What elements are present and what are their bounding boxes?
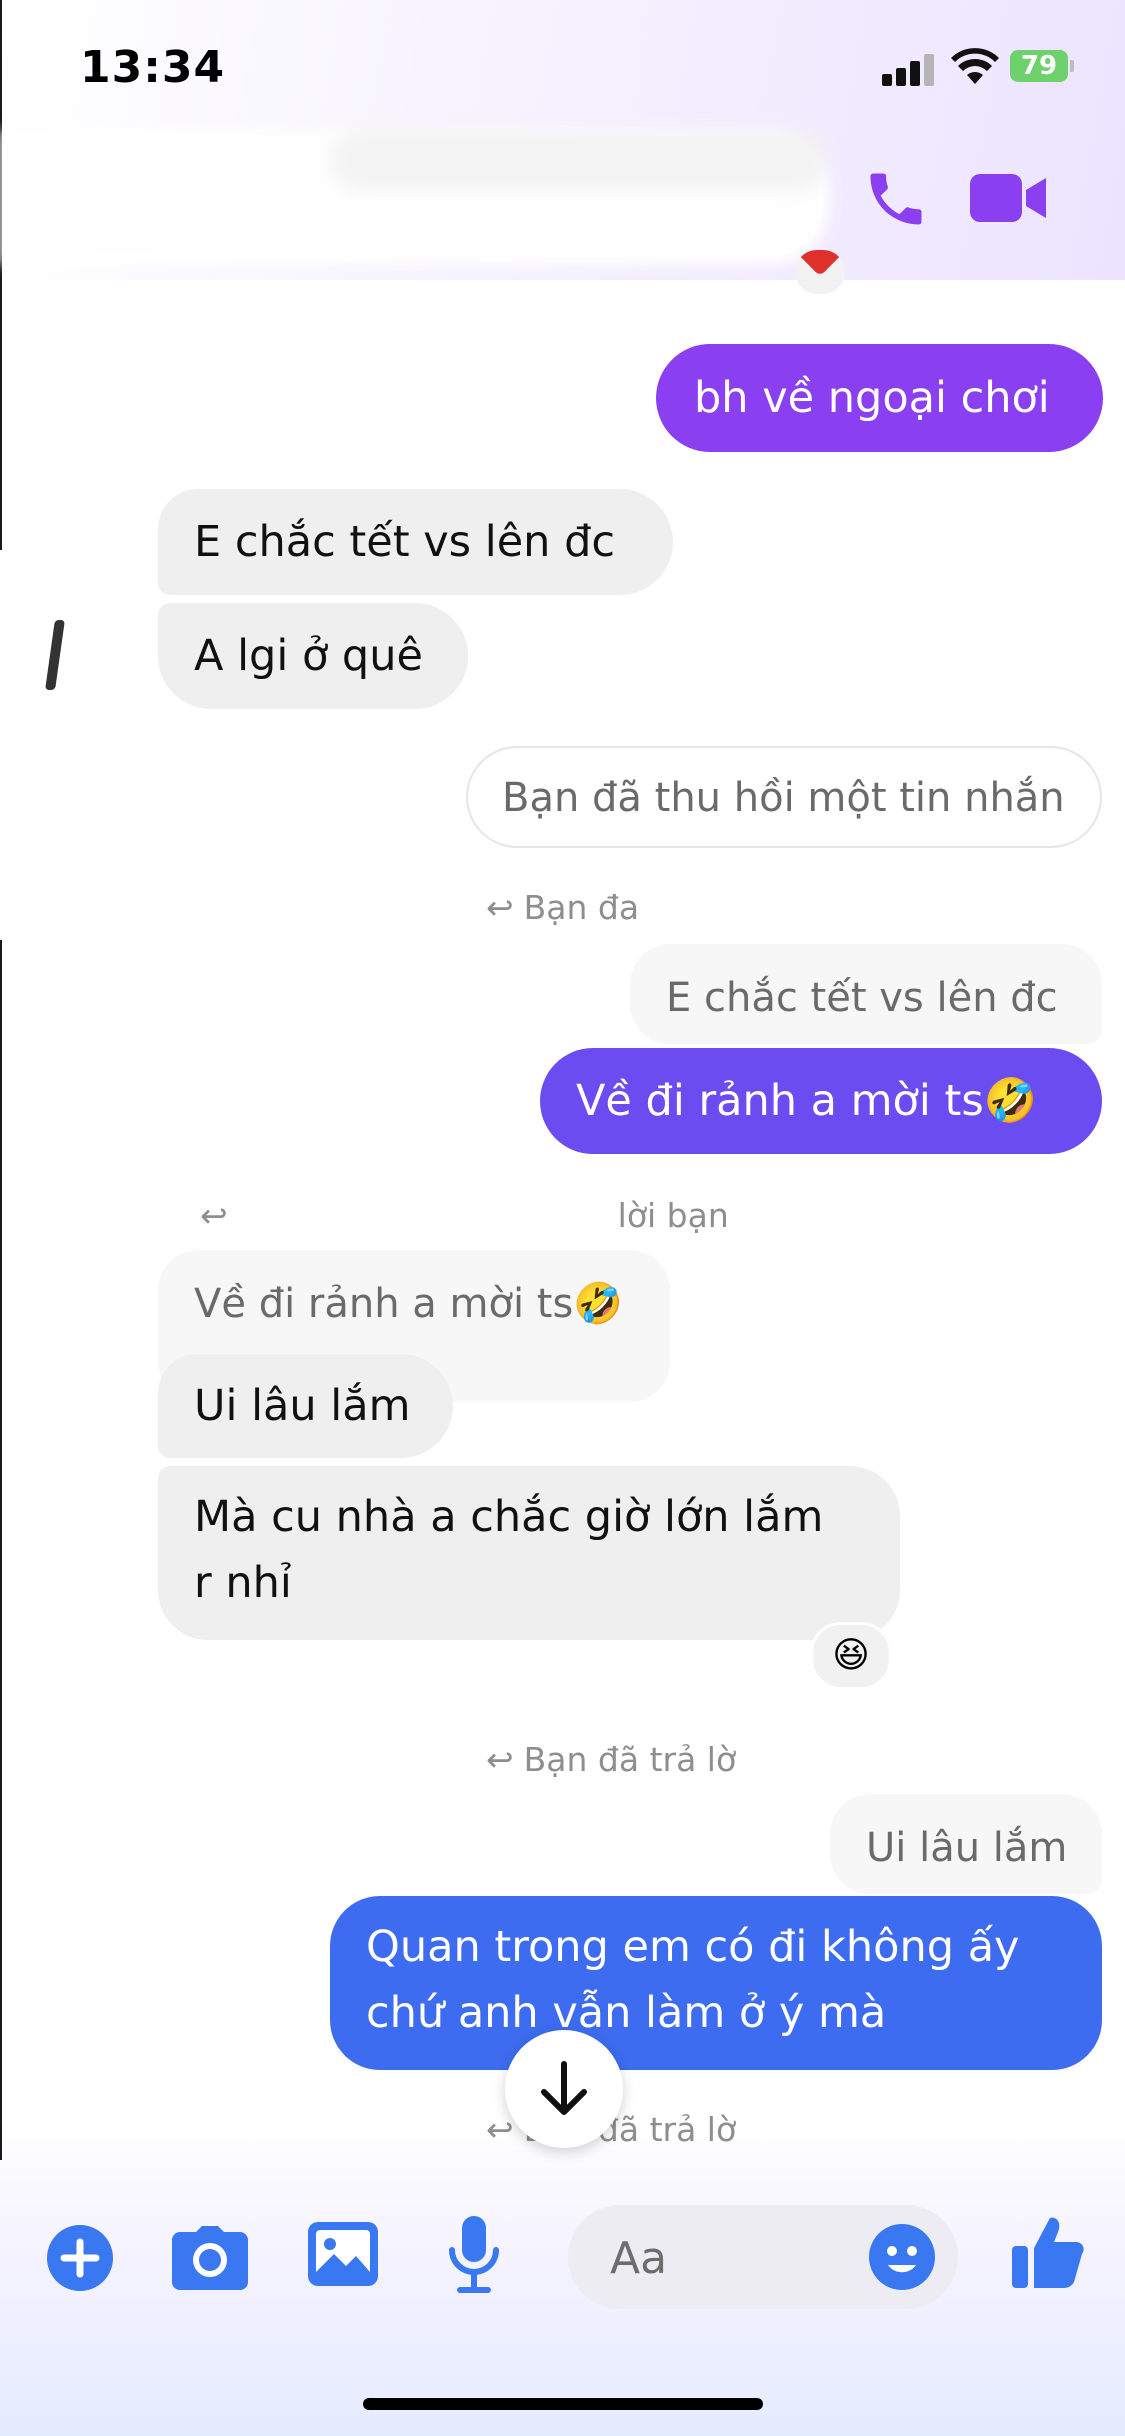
heart-reaction[interactable] xyxy=(795,250,845,294)
message-line: Mà cu nhà a chắc giờ lớn lắm xyxy=(194,1492,824,1542)
phone-icon[interactable] xyxy=(862,165,930,233)
battery-indicator: 79 xyxy=(1010,50,1068,82)
message-bubble-incoming[interactable]: E chắc tết vs lên đc xyxy=(158,489,673,595)
home-indicator xyxy=(363,2398,763,2410)
laughing-reaction[interactable]: 😆 xyxy=(810,1622,892,1690)
quoted-message[interactable]: E chắc tết vs lên đc xyxy=(630,944,1102,1044)
message-bubble-incoming[interactable]: A lgi ở quê xyxy=(158,603,468,709)
screen-edge xyxy=(0,0,2,550)
reply-indicator-text: Bạn đa xyxy=(523,888,640,927)
contact-name-redacted xyxy=(330,130,830,190)
reply-indicator-text: lời bạn xyxy=(617,1196,729,1235)
message-bubble-outgoing[interactable]: Quan trong em có đi không ấy chứ anh vẫn… xyxy=(330,1896,1102,2070)
reply-indicator: ↩ Bạn đã trả lờ xyxy=(486,1740,736,1779)
status-time: 13:34 xyxy=(80,42,226,93)
message-line: Quan trong em có đi không ấy xyxy=(366,1922,1020,1972)
reply-indicator-text: Bạn đã trả lờ xyxy=(523,1740,737,1779)
microphone-icon[interactable] xyxy=(446,2216,502,2296)
reply-indicator: ↩ Bạn đa xyxy=(486,888,639,927)
cellular-signal-icon xyxy=(882,52,936,86)
arrow-down-icon xyxy=(541,2061,587,2115)
message-bubble-incoming[interactable]: Ui lâu lắm xyxy=(158,1354,453,1458)
emoji-icon[interactable] xyxy=(868,2223,936,2291)
gallery-icon[interactable] xyxy=(308,2222,378,2286)
thumbs-up-icon[interactable] xyxy=(1012,2214,1084,2290)
message-line: chứ anh vẫn làm ở ý mà xyxy=(366,1988,887,2038)
plus-icon[interactable] xyxy=(46,2224,114,2292)
reply-arrow-icon: ↩ xyxy=(486,1740,514,1779)
battery-level: 79 xyxy=(1020,51,1058,81)
video-camera-icon[interactable] xyxy=(968,168,1050,228)
contact-avatar xyxy=(45,620,65,690)
message-line: r nhỉ xyxy=(194,1558,292,1608)
message-input[interactable] xyxy=(608,2223,832,2293)
reply-indicator: ↩ lời bạn xyxy=(200,1196,729,1235)
message-bubble-incoming[interactable]: Mà cu nhà a chắc giờ lớn lắm r nhỉ xyxy=(158,1466,900,1640)
message-bubble-outgoing[interactable]: Về đi rảnh a mời ts🤣 xyxy=(540,1048,1102,1154)
quoted-message[interactable]: Ui lâu lắm xyxy=(830,1794,1102,1894)
camera-icon[interactable] xyxy=(172,2224,248,2290)
recalled-message-notice: Bạn đã thu hồi một tin nhắn xyxy=(466,746,1102,848)
screen-edge xyxy=(0,940,2,2160)
battery-nub xyxy=(1070,60,1074,72)
heart-icon xyxy=(798,250,842,277)
wifi-icon xyxy=(951,48,999,84)
reply-arrow-icon: ↩ xyxy=(486,888,514,927)
scroll-to-bottom-button[interactable] xyxy=(505,2030,623,2148)
message-composer[interactable] xyxy=(568,2205,958,2309)
reply-arrow-icon: ↩ xyxy=(200,1196,228,1235)
message-bubble-outgoing[interactable]: bh về ngoại chơi xyxy=(656,344,1103,452)
footer-background xyxy=(0,2120,1125,2436)
